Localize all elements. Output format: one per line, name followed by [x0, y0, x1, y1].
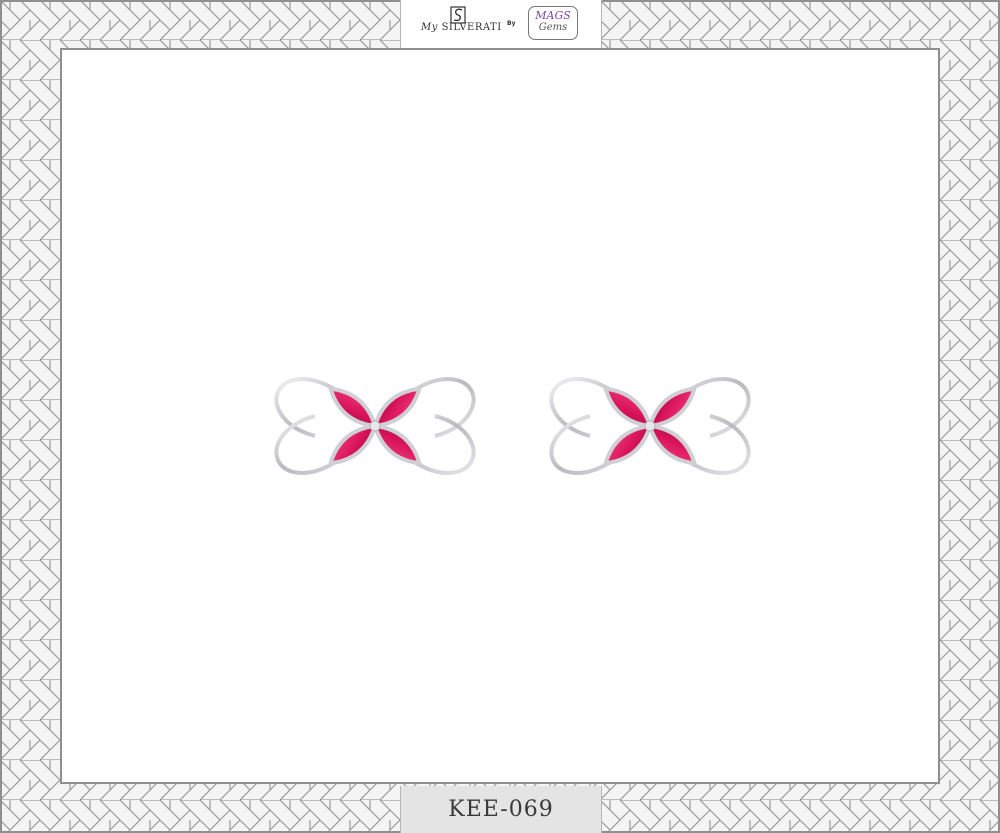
product-code: KEE-069 — [448, 797, 554, 822]
partner-name: MAGS — [535, 9, 571, 22]
by-label: By — [507, 20, 516, 27]
right-earring — [549, 377, 751, 475]
product-code-box: KEE-069 — [400, 786, 602, 833]
brand-label: SILVERATI — [441, 22, 502, 33]
brand-name: My SILVERATI — [421, 22, 502, 33]
left-earring — [274, 377, 476, 475]
product-photo-area — [60, 48, 940, 784]
partner-logo: MAGS Gems — [528, 6, 578, 40]
brand-prefix: My — [421, 22, 438, 33]
earrings-image — [274, 377, 751, 475]
partner-subtitle: Gems — [538, 22, 568, 33]
brand-logo-box: My SILVERATI By MAGS Gems — [400, 0, 602, 48]
